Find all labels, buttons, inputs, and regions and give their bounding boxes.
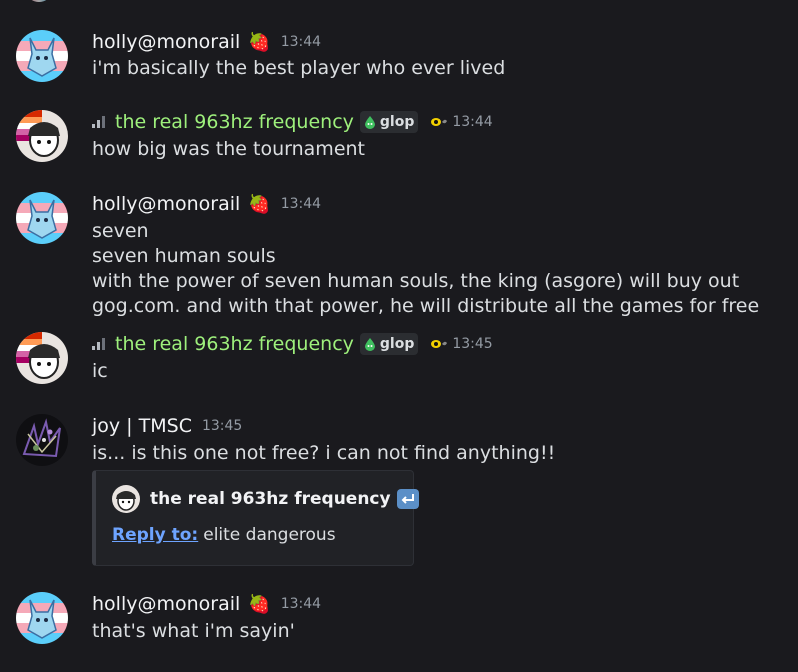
- guild-tag[interactable]: glop: [359, 111, 419, 133]
- avatar[interactable]: [16, 30, 68, 82]
- embed-author: the real 963hz frequency: [150, 489, 391, 509]
- reply-arrow-icon: [396, 489, 419, 509]
- message-text: how big was the tournament: [92, 138, 365, 160]
- avatar[interactable]: [16, 110, 68, 162]
- username[interactable]: the real 963hz frequency: [115, 333, 354, 355]
- timestamp[interactable]: 13:44: [281, 34, 321, 50]
- timestamp[interactable]: 13:45: [452, 336, 492, 352]
- embed-body: Reply to: elite dangerous: [112, 525, 336, 545]
- reply-to-link[interactable]: Reply to:: [112, 525, 198, 545]
- signal-bars-icon: [92, 116, 105, 128]
- message-header: holly@monorail 🍓 13:44: [92, 30, 321, 54]
- signal-bars-icon: [92, 338, 105, 350]
- message-text: i'm basically the best player who ever l…: [92, 57, 506, 79]
- username[interactable]: holly@monorail: [92, 593, 240, 615]
- message-header: holly@monorail 🍓 13:44: [92, 192, 321, 216]
- strawberry-icon: 🍓: [248, 593, 271, 615]
- message-text: seven human souls: [92, 245, 276, 267]
- avatar[interactable]: [16, 192, 68, 244]
- message-header: the real 963hz frequency glop 13:45: [92, 332, 493, 356]
- previous-avatar-fragment: [28, 0, 50, 2]
- slime-drop-icon: [364, 338, 375, 351]
- username[interactable]: joy | TMSC: [92, 415, 192, 437]
- avatar[interactable]: [16, 332, 68, 384]
- message-text: that's what i'm sayin': [92, 620, 295, 642]
- embed-header: the real 963hz frequency: [112, 485, 419, 513]
- embed-avatar: [112, 485, 140, 513]
- eye-icon: [431, 118, 448, 126]
- message-text: gog.com. and with that power, he will di…: [92, 295, 760, 317]
- chat-log: holly@monorail 🍓 13:44 i'm basically the…: [0, 0, 798, 672]
- slime-drop-icon: [364, 116, 375, 129]
- guild-tag-label: glop: [379, 114, 415, 130]
- reply-embed[interactable]: the real 963hz frequency Reply to: elite …: [92, 470, 419, 566]
- eye-icon: [431, 340, 448, 348]
- timestamp[interactable]: 13:44: [281, 196, 321, 212]
- reply-text: elite dangerous: [203, 525, 336, 545]
- username[interactable]: holly@monorail: [92, 31, 240, 53]
- message-text: is... is this one not free? i can not fi…: [92, 442, 556, 464]
- message-header: joy | TMSC 13:45: [92, 414, 242, 438]
- message-header: holly@monorail 🍓 13:44: [92, 592, 321, 616]
- message-text: with the power of seven human souls, the…: [92, 270, 740, 292]
- strawberry-icon: 🍓: [248, 193, 271, 215]
- avatar[interactable]: [16, 414, 68, 466]
- message-text: ic: [92, 360, 108, 382]
- timestamp[interactable]: 13:44: [452, 114, 492, 130]
- guild-tag-label: glop: [379, 336, 415, 352]
- avatar[interactable]: [16, 592, 68, 644]
- timestamp[interactable]: 13:44: [281, 596, 321, 612]
- strawberry-icon: 🍓: [248, 31, 271, 53]
- username[interactable]: the real 963hz frequency: [115, 111, 354, 133]
- guild-tag[interactable]: glop: [359, 333, 419, 355]
- timestamp[interactable]: 13:45: [202, 418, 242, 434]
- message-text: seven: [92, 220, 149, 242]
- username[interactable]: holly@monorail: [92, 193, 240, 215]
- message-header: the real 963hz frequency glop 13:44: [92, 110, 493, 134]
